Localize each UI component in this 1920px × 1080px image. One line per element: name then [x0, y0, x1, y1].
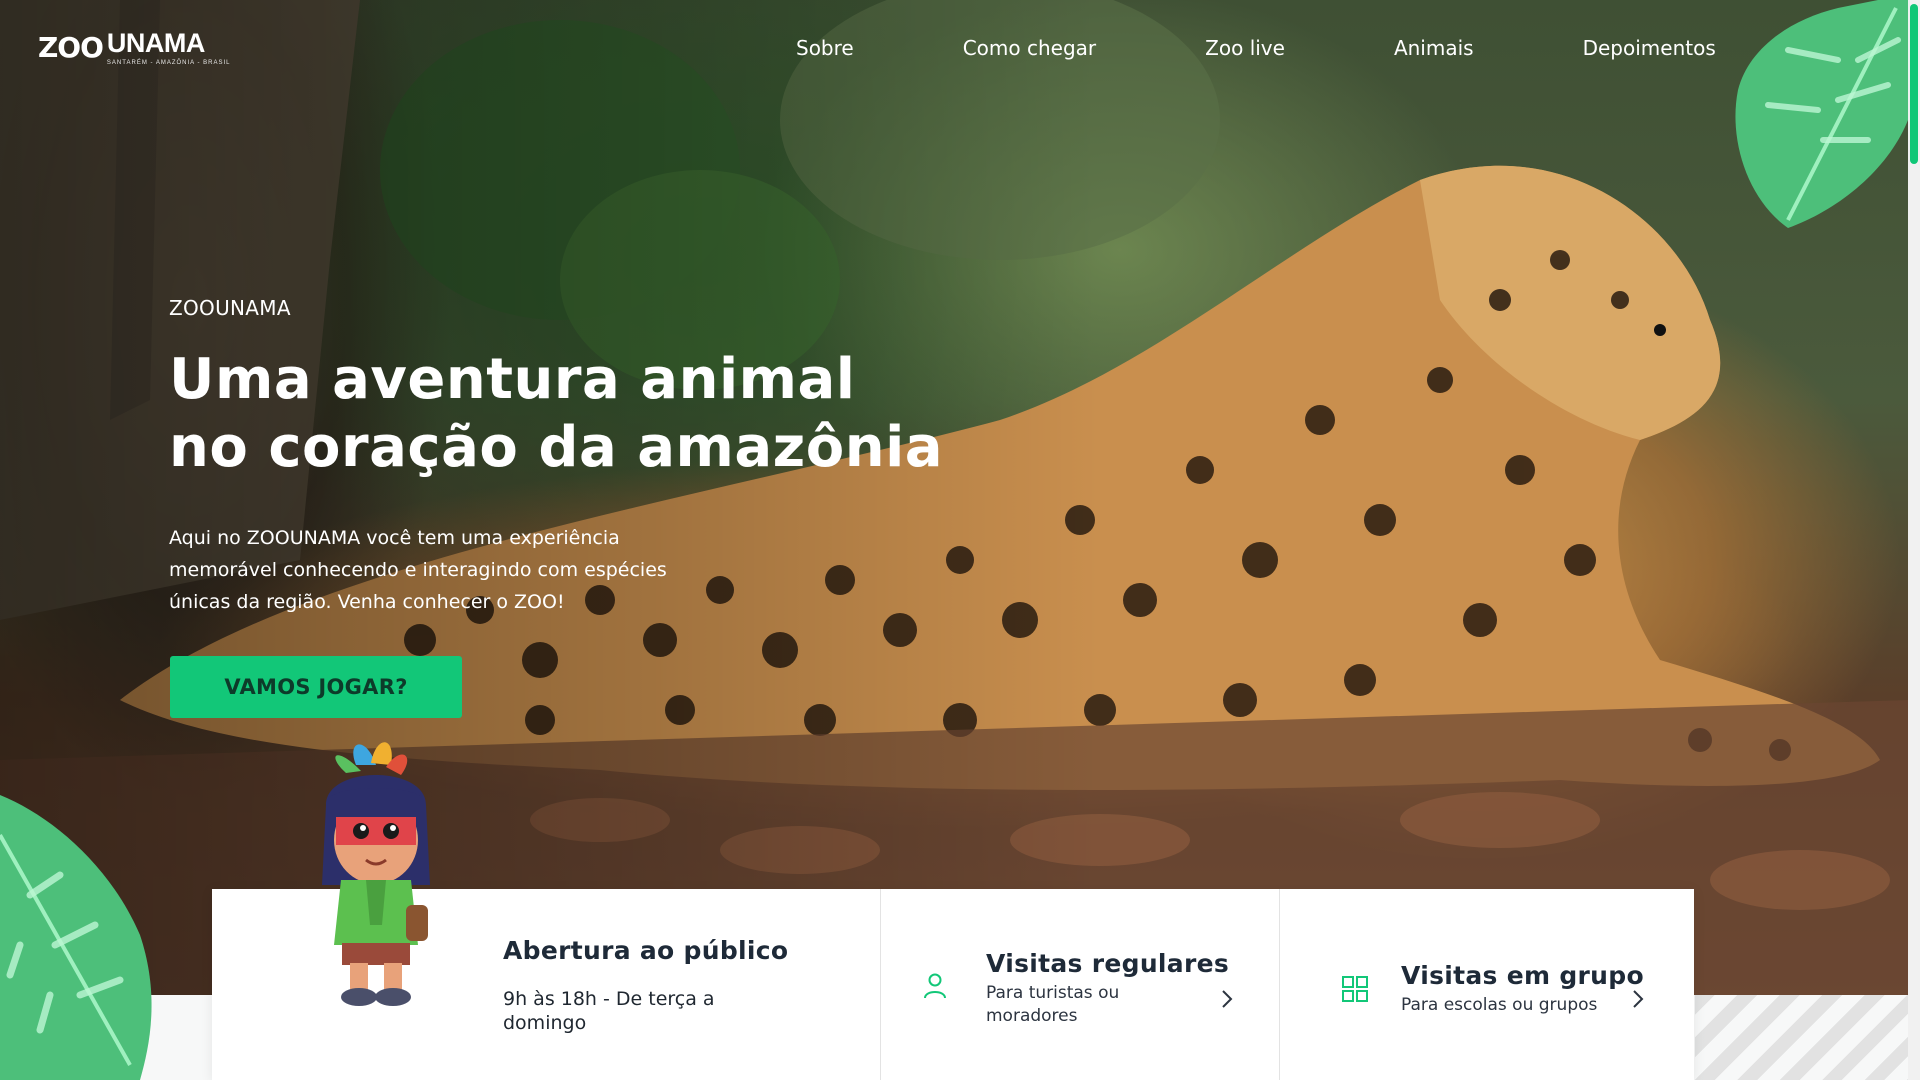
chevron-right-icon[interactable]	[1221, 989, 1233, 1009]
chevron-right-icon[interactable]	[1632, 989, 1644, 1009]
play-button[interactable]: VAMOS JOGAR?	[170, 656, 462, 718]
nav-depoimentos[interactable]: Depoimentos	[1583, 36, 1716, 60]
hero-eyebrow: ZOOUNAMA	[169, 296, 291, 320]
group-visits-subtitle: Para escolas ou grupos	[1401, 995, 1598, 1015]
hero-background	[0, 0, 1908, 995]
nav-zoo-live[interactable]: Zoo live	[1205, 36, 1285, 60]
opening-title: Abertura ao público	[503, 936, 789, 965]
leaf-decoration-top-right	[1735, 0, 1908, 228]
opening-hours: 9h às 18h - De terça a domingo	[503, 988, 715, 1034]
group-visits-title: Visitas em grupo	[1401, 961, 1644, 990]
hero-lead: Aqui no ZOOUNAMA você tem uma experiênci…	[169, 527, 667, 613]
hero-overlay	[0, 0, 1100, 995]
group-visits-card[interactable]: Visitas em grupo Para escolas ou grupos	[1280, 889, 1694, 1080]
main-nav: Sobre Como chegar Zoo live Animais Depoi…	[796, 36, 1716, 60]
nav-sobre[interactable]: Sobre	[796, 36, 854, 60]
scrollbar-thumb[interactable]	[1910, 4, 1918, 164]
logo-wordmark: UNAMA SANTARÉM - AMAZÔNIA - BRASIL	[106, 28, 231, 67]
mascot-character	[322, 742, 430, 1006]
nav-como-chegar[interactable]: Como chegar	[963, 36, 1096, 60]
user-icon	[924, 973, 946, 999]
logo-subtitle: SANTARÉM - AMAZÔNIA - BRASIL	[106, 60, 231, 66]
regular-visits-card[interactable]: Visitas regulares Para turistas ou morad…	[881, 889, 1280, 1080]
logo-title: UNAMA	[106, 28, 205, 58]
headline-line-2: no coração da amazônia	[169, 415, 944, 480]
zoo-logo[interactable]: ZOO UNAMA SANTARÉM - AMAZÔNIA - BRASIL	[38, 28, 231, 67]
hero-headline: Uma aventura animal no coração da amazôn…	[169, 346, 943, 482]
logo-mark: ZOO	[38, 31, 104, 64]
nav-animais[interactable]: Animais	[1394, 36, 1474, 60]
headline-line-1: Uma aventura animal	[169, 347, 856, 412]
page-scrollbar[interactable]	[1908, 0, 1920, 1080]
leaf-decoration-bottom-left	[0, 795, 152, 1080]
regular-visits-subtitle: Para turistas ou moradores	[986, 983, 1120, 1026]
stripe-decoration	[1695, 995, 1908, 1080]
regular-visits-title: Visitas regulares	[986, 949, 1230, 978]
grid-icon	[1342, 976, 1368, 1002]
